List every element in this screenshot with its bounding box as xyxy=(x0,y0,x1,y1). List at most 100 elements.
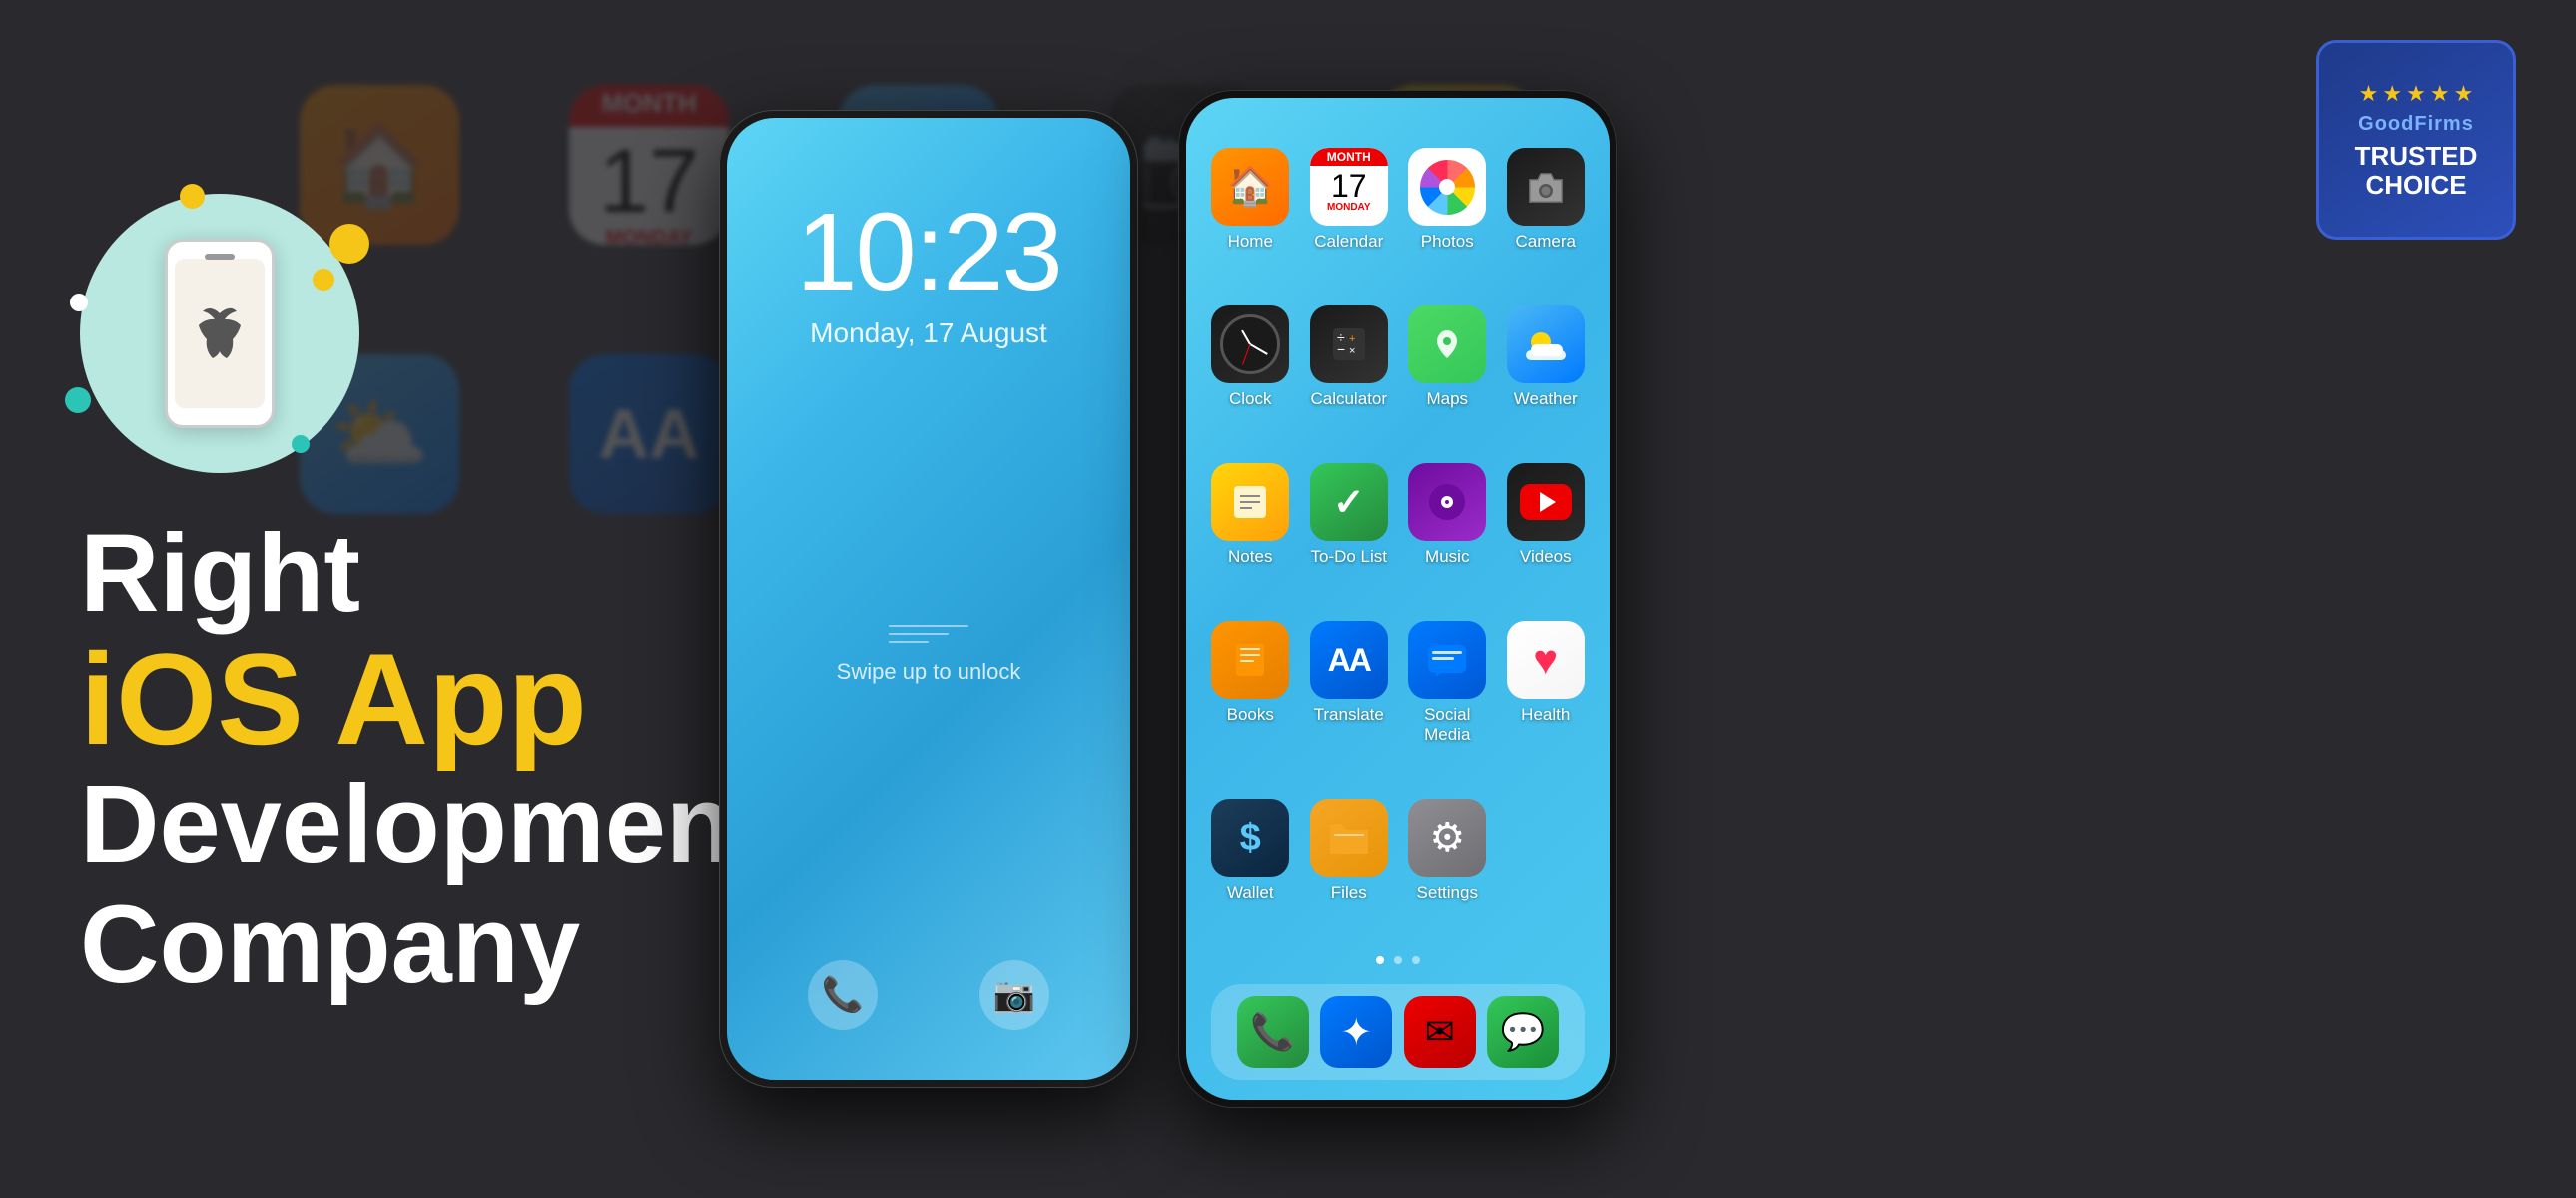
app-item-notes[interactable]: Notes xyxy=(1211,463,1290,601)
app-icon-settings: ⚙ xyxy=(1408,799,1486,877)
lock-time: 10:23 Monday, 17 August xyxy=(796,198,1060,349)
app-item-calendar[interactable]: MONTH 17 MONDAY Calendar xyxy=(1310,148,1389,286)
app-icon-weather xyxy=(1507,305,1585,383)
app-label-home: Home xyxy=(1228,232,1273,252)
app-item-photos[interactable]: Photos xyxy=(1408,148,1487,286)
app-icon-camera xyxy=(1507,148,1585,226)
app-label-calculator: Calculator xyxy=(1310,389,1387,409)
dock-compass-icon: ✦ xyxy=(1320,996,1392,1068)
app-icon-maps xyxy=(1408,305,1486,383)
logo-phone xyxy=(165,239,275,428)
dot-3 xyxy=(1412,956,1420,964)
badge-brand: GoodFirms xyxy=(2358,113,2474,136)
app-label-wallet: Wallet xyxy=(1227,883,1274,902)
lock-date: Monday, 17 August xyxy=(796,317,1060,349)
app-label-todo: To-Do List xyxy=(1310,547,1387,567)
main-content: Right iOS App Development Company 10:23 … xyxy=(0,0,2576,1198)
app-item-calculator[interactable]: ÷ + − × Calculator xyxy=(1310,305,1389,443)
dot-yellow-small xyxy=(313,269,334,291)
app-label-settings: Settings xyxy=(1417,883,1478,902)
dock-messages[interactable]: 💬 xyxy=(1487,996,1559,1068)
phones-section: 10:23 Monday, 17 August Swipe up to unlo… xyxy=(719,90,1617,1108)
dot-white-1 xyxy=(70,294,88,311)
lockscreen-inner: 10:23 Monday, 17 August Swipe up to unlo… xyxy=(727,118,1130,1080)
app-item-home[interactable]: 🏠 Home xyxy=(1211,148,1290,286)
logo-circle xyxy=(80,194,359,473)
app-label-files: Files xyxy=(1331,883,1367,902)
app-label-social: Social Media xyxy=(1408,705,1487,745)
dot-yellow-top xyxy=(180,184,205,209)
app-label-notes: Notes xyxy=(1228,547,1272,567)
app-label-weather: Weather xyxy=(1514,389,1578,409)
dock-compass[interactable]: ✦ xyxy=(1320,996,1392,1068)
headline-company: Company xyxy=(80,885,770,1005)
app-icon-videos xyxy=(1507,463,1585,541)
headline-ios: iOS App xyxy=(80,634,770,764)
dot-teal-2 xyxy=(292,435,310,453)
app-item-videos[interactable]: Videos xyxy=(1507,463,1586,601)
home-dock: 📞 ✦ ✉ 💬 xyxy=(1211,984,1585,1080)
app-icon-health: ♥ xyxy=(1507,621,1585,699)
headline-dev: Development xyxy=(80,764,770,885)
left-section: Right iOS App Development Company xyxy=(0,134,639,1065)
app-icon-translate: AA xyxy=(1310,621,1388,699)
app-icon-wallet: $ xyxy=(1211,799,1289,877)
app-icon-calendar: MONTH 17 MONDAY xyxy=(1310,148,1388,226)
app-item-camera[interactable]: Camera xyxy=(1507,148,1586,286)
dock-mail-icon: ✉ xyxy=(1404,996,1476,1068)
app-item-wallet[interactable]: $ Wallet xyxy=(1211,799,1290,936)
lock-dock: 📞 📷 xyxy=(757,960,1100,1030)
app-icon-calculator: ÷ + − × xyxy=(1310,305,1388,383)
badge-outer: ★★★★★ GoodFirms TRUSTED CHOICE xyxy=(2316,40,2516,240)
dock-phone-icon: 📞 xyxy=(1237,996,1309,1068)
lock-time-display: 10:23 xyxy=(796,198,1060,307)
logo-phone-screen xyxy=(175,259,265,408)
app-icon-home: 🏠 xyxy=(1211,148,1289,226)
app-item-maps[interactable]: Maps xyxy=(1408,305,1487,443)
app-placeholder xyxy=(1507,799,1586,936)
lock-camera-icon[interactable]: 📷 xyxy=(979,960,1049,1030)
app-label-health: Health xyxy=(1521,705,1570,725)
app-item-clock[interactable]: Clock xyxy=(1211,305,1290,443)
app-item-weather[interactable]: Weather xyxy=(1507,305,1586,443)
app-item-health[interactable]: ♥ Health xyxy=(1507,621,1586,779)
dock-mail[interactable]: ✉ xyxy=(1404,996,1476,1068)
app-icon-todo: ✓ xyxy=(1310,463,1388,541)
app-icon-social xyxy=(1408,621,1486,699)
app-label-camera: Camera xyxy=(1516,232,1576,252)
app-item-todo[interactable]: ✓ To-Do List xyxy=(1310,463,1389,601)
app-label-clock: Clock xyxy=(1229,389,1272,409)
headline: Right iOS App Development Company xyxy=(80,513,770,1005)
app-item-translate[interactable]: AA Translate xyxy=(1310,621,1389,779)
dot-yellow-large xyxy=(329,224,369,264)
app-item-books[interactable]: Books xyxy=(1211,621,1290,779)
app-label-books: Books xyxy=(1227,705,1274,725)
app-item-files[interactable]: Files xyxy=(1310,799,1389,936)
homescreen-inner: 🏠 Home MONTH 17 MONDAY Calendar xyxy=(1186,98,1610,1100)
app-label-translate: Translate xyxy=(1314,705,1384,725)
dot-1 xyxy=(1376,956,1384,964)
svg-text:−: − xyxy=(1337,341,1345,357)
dock-phone[interactable]: 📞 xyxy=(1237,996,1309,1068)
goodfirms-badge[interactable]: ★★★★★ GoodFirms TRUSTED CHOICE xyxy=(2316,40,2516,240)
app-label-calendar: Calendar xyxy=(1314,232,1383,252)
app-icon-clock xyxy=(1211,305,1289,383)
phone-homescreen: 🏠 Home MONTH 17 MONDAY Calendar xyxy=(1178,90,1617,1108)
lock-swipe[interactable]: Swipe up to unlock xyxy=(837,625,1021,685)
badge-stars: ★★★★★ xyxy=(2359,81,2474,107)
badge-trusted-text: TRUSTED CHOICE xyxy=(2355,142,2478,199)
app-label-maps: Maps xyxy=(1426,389,1468,409)
svg-text:+: + xyxy=(1349,333,1355,345)
lock-phone-icon[interactable]: 📞 xyxy=(808,960,878,1030)
dock-messages-icon: 💬 xyxy=(1487,996,1559,1068)
svg-text:×: × xyxy=(1349,345,1355,357)
swipe-lines xyxy=(889,625,968,643)
app-icon-files xyxy=(1310,799,1388,877)
app-item-settings[interactable]: ⚙ Settings xyxy=(1408,799,1487,936)
app-label-music: Music xyxy=(1425,547,1469,567)
app-label-videos: Videos xyxy=(1520,547,1572,567)
app-icon-music xyxy=(1408,463,1486,541)
app-item-social[interactable]: Social Media xyxy=(1408,621,1487,779)
app-icon-notes xyxy=(1211,463,1289,541)
app-item-music[interactable]: Music xyxy=(1408,463,1487,601)
